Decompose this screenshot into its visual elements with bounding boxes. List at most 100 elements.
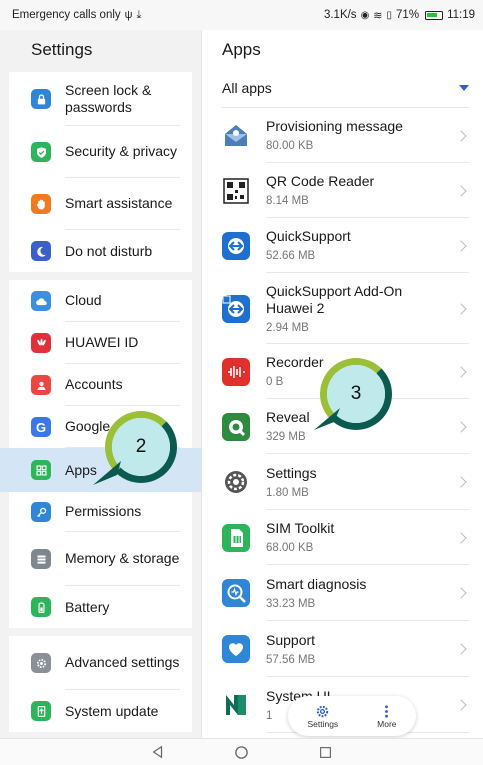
badge-pointer bbox=[93, 461, 121, 485]
shield-check-icon bbox=[31, 142, 51, 162]
app-size: 80.00 KB bbox=[266, 140, 314, 152]
battery-icon bbox=[31, 597, 51, 617]
settings-item-label: HUAWEI ID bbox=[65, 322, 180, 364]
settings-item-permissions[interactable]: Permissions bbox=[9, 492, 192, 532]
download-icon: ⤓ bbox=[136, 8, 142, 21]
app-name: QR Code Reader bbox=[266, 173, 375, 189]
settings-item-label: Advanced settings bbox=[65, 636, 180, 690]
gear-icon bbox=[31, 653, 51, 673]
network-speed: 3.1K/s bbox=[323, 9, 357, 21]
settings-item-memory-storage[interactable]: Memory & storage bbox=[9, 532, 192, 586]
support-icon bbox=[222, 635, 250, 663]
app-size: 329 MB bbox=[266, 431, 306, 443]
huawei-logo-icon bbox=[31, 333, 51, 353]
system-nav-bar bbox=[0, 738, 483, 765]
settings-item-label: Memory & storage bbox=[65, 532, 180, 586]
settings-title: Settings bbox=[31, 40, 93, 59]
floating-settings-button[interactable]: Settings bbox=[307, 703, 338, 729]
settings-group-security: Screen lock & passwords Security & priva… bbox=[9, 72, 192, 272]
settings-item-label: Security & privacy bbox=[65, 126, 180, 178]
app-name: SIM Toolkit bbox=[266, 520, 335, 536]
floating-more-button[interactable]: More bbox=[377, 703, 397, 729]
settings-pane: Settings Screen lock & passwords Securit… bbox=[0, 30, 201, 738]
floating-action-bar: Settings More bbox=[288, 696, 416, 736]
settings-group-system: Advanced settings System update bbox=[9, 636, 192, 732]
floating-settings-label: Settings bbox=[307, 719, 339, 729]
key-icon bbox=[31, 502, 51, 522]
settings-item-label: Do not disturb bbox=[65, 242, 153, 259]
cloud-icon bbox=[31, 291, 51, 311]
location-icon: ◉ bbox=[360, 9, 370, 21]
settings-item-do-not-disturb[interactable]: Do not disturb bbox=[9, 230, 192, 272]
settings-app-icon bbox=[222, 468, 250, 496]
lock-icon bbox=[31, 89, 51, 109]
gear-icon bbox=[315, 703, 330, 719]
app-size: 68.00 KB bbox=[266, 542, 314, 554]
quicksupport-addon-icon bbox=[222, 294, 250, 323]
app-size: 52.66 MB bbox=[266, 250, 316, 262]
usb-icon: ψ bbox=[124, 9, 133, 21]
settings-item-label: Screen lock & passwords bbox=[65, 72, 180, 126]
apps-title: Apps bbox=[222, 40, 261, 59]
settings-item-label: Battery bbox=[65, 598, 110, 615]
storage-icon bbox=[31, 549, 51, 569]
app-row-smart-diagnosis[interactable]: Smart diagnosis 33.23 MB bbox=[202, 565, 483, 621]
settings-item-huawei-id[interactable]: HUAWEI ID bbox=[9, 322, 192, 364]
wifi-icon: ≋ bbox=[373, 9, 383, 22]
dropdown-caret-icon bbox=[459, 84, 469, 91]
system-update-icon bbox=[31, 701, 51, 721]
settings-item-battery[interactable]: Battery bbox=[9, 586, 192, 628]
app-name: QuickSupport bbox=[266, 228, 351, 244]
app-filter-dropdown[interactable]: All apps bbox=[222, 68, 469, 108]
app-row-support[interactable]: Support 57.56 MB bbox=[202, 621, 483, 677]
back-icon[interactable] bbox=[150, 744, 166, 760]
app-row-provisioning[interactable]: Provisioning message 80.00 KB bbox=[202, 108, 483, 163]
settings-item-screen-lock[interactable]: Screen lock & passwords bbox=[9, 72, 192, 126]
app-name: QuickSupport Add-On Huawei 2 bbox=[266, 282, 403, 316]
app-row-quicksupport-addon[interactable]: QuickSupport Add-On Huawei 2 2.94 MB bbox=[202, 273, 483, 344]
app-size: 57.56 MB bbox=[266, 653, 316, 666]
app-row-qr-code-reader[interactable]: QR Code Reader 8.14 MB bbox=[202, 163, 483, 218]
qr-code-icon bbox=[222, 177, 250, 205]
settings-item-label: System update bbox=[65, 702, 159, 719]
app-row-quicksupport[interactable]: QuickSupport 52.66 MB bbox=[202, 218, 483, 273]
settings-item-system-update[interactable]: System update bbox=[9, 690, 192, 732]
app-size: 8.14 MB bbox=[266, 195, 309, 207]
floating-more-label: More bbox=[377, 719, 397, 729]
app-name: Support bbox=[266, 631, 316, 648]
provisioning-icon bbox=[222, 122, 250, 150]
settings-item-accounts[interactable]: Accounts bbox=[9, 364, 192, 406]
settings-item-smart-assistance[interactable]: Smart assistance bbox=[9, 178, 192, 230]
hand-icon bbox=[31, 194, 51, 214]
app-name: Smart diagnosis bbox=[266, 575, 367, 592]
quicksupport-icon bbox=[222, 231, 250, 260]
step-badge-3: 3 bbox=[314, 358, 392, 430]
badge-pointer bbox=[314, 408, 340, 430]
settings-item-security[interactable]: Security & privacy bbox=[9, 126, 192, 178]
settings-item-label: Permissions bbox=[65, 492, 180, 532]
step-badge-2: 2 bbox=[93, 411, 177, 485]
carrier-status: Emergency calls only bbox=[12, 9, 121, 21]
battery-icon bbox=[425, 10, 444, 20]
system-ui-icon bbox=[222, 691, 250, 719]
settings-item-advanced[interactable]: Advanced settings bbox=[9, 636, 192, 690]
status-bar: Emergency calls only ψ ⤓ 3.1K/s ◉ ≋ ▯ 71… bbox=[0, 0, 483, 30]
more-vertical-icon bbox=[379, 703, 394, 719]
home-icon[interactable] bbox=[234, 744, 250, 760]
moon-icon bbox=[31, 241, 51, 261]
app-size: 33.23 MB bbox=[266, 597, 316, 610]
app-size: 1.80 MB bbox=[266, 486, 309, 499]
settings-item-cloud[interactable]: Cloud bbox=[9, 280, 192, 322]
settings-item-label: Smart assistance bbox=[65, 178, 180, 230]
app-row-settings[interactable]: Settings 1.80 MB bbox=[202, 454, 483, 510]
sim-icon: ▯ bbox=[386, 9, 393, 21]
account-icon bbox=[31, 375, 51, 395]
smart-diagnosis-icon bbox=[222, 579, 250, 607]
app-name: Provisioning message bbox=[266, 118, 403, 134]
recorder-icon bbox=[222, 357, 250, 386]
app-size: 2.94 MB bbox=[266, 321, 309, 334]
clock: 11:19 bbox=[447, 9, 475, 21]
recents-icon[interactable] bbox=[318, 744, 334, 760]
app-row-sim-toolkit[interactable]: SIM Toolkit 68.00 KB bbox=[202, 510, 483, 565]
battery-percent: 71% bbox=[396, 9, 420, 21]
